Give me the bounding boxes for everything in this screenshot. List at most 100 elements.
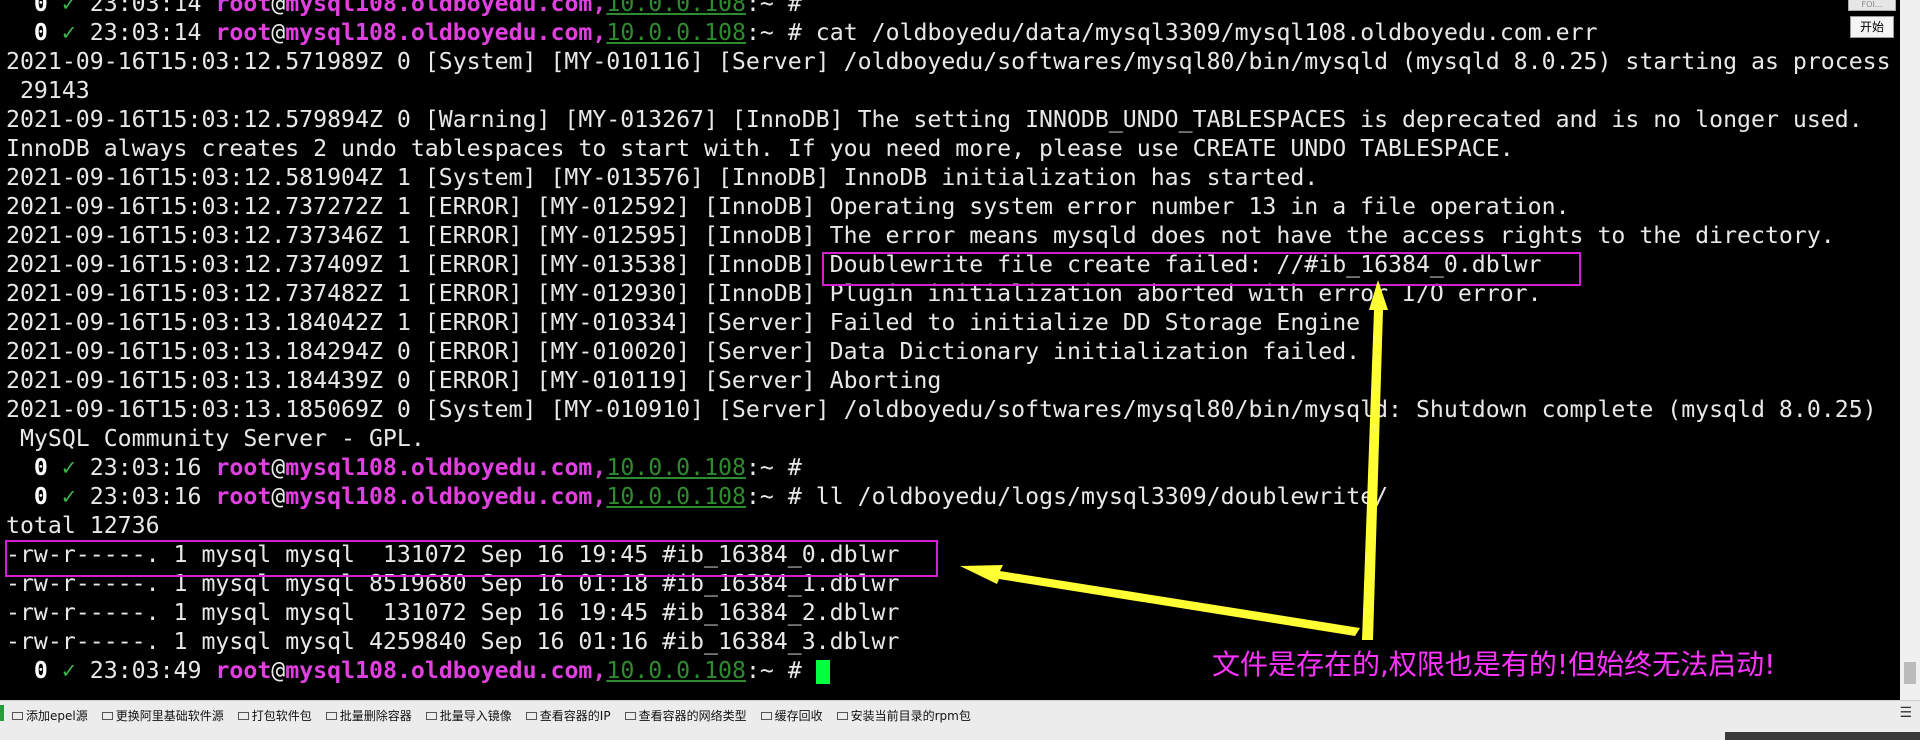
output-line: 29143 [6, 77, 90, 104]
quick-command-label: 批量删除容器 [339, 709, 412, 723]
quick-command-item[interactable]: 安装当前目录的rpm包 [836, 707, 971, 724]
prompt-ip: 10.0.0.108 [606, 483, 746, 510]
command-icon [101, 711, 113, 720]
output-line: -rw-r-----. 1 mysql mysql 8519680 Sep 16… [6, 570, 900, 597]
command-text: cat /oldboyedu/data/mysql3309/mysql108.o… [815, 19, 1598, 46]
prompt-line: 0 ✓ 23:03:49 root@mysql108.oldboyedu.com… [6, 657, 830, 685]
quick-command-label: 更换阿里基础软件源 [115, 709, 224, 723]
check-icon: ✓ [61, 454, 76, 481]
prompt-user: root [215, 454, 272, 481]
prompt-path: :~ # [745, 454, 802, 481]
exit-code: 0 [33, 19, 48, 46]
output-line: 2021-09-16T15:03:12.571989Z 0 [System] [… [6, 48, 1891, 75]
quick-command-item[interactable]: 查看容器的网络类型 [624, 707, 747, 724]
prompt-time: 23:03:14 [89, 0, 202, 17]
prompt-host: mysql108.oldboyedu.com, [285, 657, 607, 684]
output-line: -rw-r-----. 1 mysql mysql 131072 Sep 16 … [6, 541, 900, 568]
output-line: 2021-09-16T15:03:12.737482Z 1 [ERROR] [M… [6, 280, 1542, 307]
quick-command-list: 添加epel源 更换阿里基础软件源 打包软件包 批量删除容器 批量导入镜像 查看容器的IP… [12, 707, 985, 724]
output-line: MySQL Community Server - GPL. [6, 425, 425, 452]
active-marker [0, 705, 4, 721]
quick-command-item[interactable]: 添加epel源 [12, 707, 88, 724]
output-line: 2021-09-16T15:03:12.579894Z 0 [Warning] … [6, 106, 1863, 133]
prompt-time: 23:03:16 [89, 483, 202, 510]
terminal-window[interactable]: 0 ✓ 23:03:14 root@mysql108.oldboyedu.com… [0, 0, 1900, 700]
command-icon [425, 711, 437, 720]
prompt-at: @ [271, 483, 286, 510]
prompt-host: mysql108.oldboyedu.com, [285, 454, 607, 481]
prompt-line: 0 ✓ 23:03:14 root@mysql108.oldboyedu.com… [6, 0, 802, 18]
scrollbar[interactable] [1900, 0, 1920, 700]
exit-code: 0 [33, 454, 48, 481]
prompt-at: @ [271, 657, 286, 684]
output-line: -rw-r-----. 1 mysql mysql 131072 Sep 16 … [6, 599, 900, 626]
quick-command-item[interactable]: 批量导入镜像 [425, 707, 512, 724]
prompt-time: 23:03:16 [89, 454, 202, 481]
output-line: 2021-09-16T15:03:13.184042Z 1 [ERROR] [M… [6, 309, 1361, 336]
quick-command-label: 查看容器的网络类型 [638, 709, 747, 723]
prompt-ip: 10.0.0.108 [606, 454, 746, 481]
cursor[interactable] [815, 659, 830, 684]
prompt-ip: 10.0.0.108 [606, 0, 746, 17]
annotation-note: 文件是存在的,权限也是有的!但始终无法启动! [1212, 648, 1776, 681]
quick-command-bar: 添加epel源 更换阿里基础软件源 打包软件包 批量删除容器 批量导入镜像 查看容器的IP… [0, 700, 1920, 740]
prompt-path: :~ # [745, 0, 802, 17]
prompt-host: mysql108.oldboyedu.com, [285, 0, 607, 17]
check-icon: ✓ [61, 657, 76, 684]
quick-command-label: 查看容器的IP [539, 709, 611, 723]
prompt-time: 23:03:49 [89, 657, 202, 684]
top-chip[interactable]: FOI... [1848, 0, 1896, 11]
output-line: 2021-09-16T15:03:12.737272Z 1 [ERROR] [M… [6, 193, 1570, 220]
prompt-ip: 10.0.0.108 [606, 657, 746, 684]
output-line: 2021-09-16T15:03:13.185069Z 0 [System] [… [6, 396, 1877, 423]
prompt-host: mysql108.oldboyedu.com, [285, 19, 607, 46]
command-icon [836, 711, 848, 720]
output-line: 2021-09-16T15:03:13.184294Z 0 [ERROR] [M… [6, 338, 1361, 365]
quick-command-item[interactable]: 批量删除容器 [325, 707, 412, 724]
quick-command-item[interactable]: 更换阿里基础软件源 [101, 707, 224, 724]
output-line: 2021-09-16T15:03:12.737346Z 1 [ERROR] [M… [6, 222, 1835, 249]
check-icon: ✓ [61, 0, 76, 17]
scroll-thumb[interactable] [1904, 662, 1916, 684]
quick-command-item[interactable]: 打包软件包 [237, 707, 312, 724]
prompt-line: 0 ✓ 23:03:16 root@mysql108.oldboyedu.com… [6, 483, 1388, 511]
prompt-line: 0 ✓ 23:03:14 root@mysql108.oldboyedu.com… [6, 19, 1598, 47]
prompt-at: @ [271, 19, 286, 46]
command-icon [325, 711, 337, 720]
menu-icon[interactable]: ☰ [1899, 705, 1912, 721]
exit-code: 0 [33, 657, 48, 684]
output-line: total 12736 [6, 512, 160, 539]
prompt-path: :~ # [745, 657, 802, 684]
output-line: 2021-09-16T15:03:12.737409Z 1 [ERROR] [M… [6, 251, 1542, 278]
quick-command-label: 添加epel源 [26, 709, 88, 723]
check-icon: ✓ [61, 483, 76, 510]
prompt-ip: 10.0.0.108 [606, 19, 746, 46]
quick-command-label: 安装当前目录的rpm包 [850, 709, 971, 723]
check-icon: ✓ [61, 19, 76, 46]
prompt-at: @ [271, 454, 286, 481]
prompt-user: root [215, 0, 272, 17]
quick-command-label: 打包软件包 [251, 709, 312, 723]
quick-command-item[interactable]: 查看容器的IP [525, 707, 611, 724]
start-button[interactable]: 开始 [1850, 16, 1894, 38]
quick-command-label: 缓存回收 [774, 709, 823, 723]
quick-command-item[interactable]: 缓存回收 [760, 707, 823, 724]
prompt-host: mysql108.oldboyedu.com, [285, 483, 607, 510]
quick-command-label: 批量导入镜像 [439, 709, 512, 723]
prompt-time: 23:03:14 [89, 19, 202, 46]
prompt-user: root [215, 657, 272, 684]
exit-code: 0 [33, 0, 48, 17]
prompt-path: :~ # [745, 483, 802, 510]
output-line: 2021-09-16T15:03:13.184439Z 0 [ERROR] [M… [6, 367, 942, 394]
command-icon [237, 711, 249, 720]
prompt-user: root [215, 483, 272, 510]
prompt-line: 0 ✓ 23:03:16 root@mysql108.oldboyedu.com… [6, 454, 802, 482]
prompt-at: @ [271, 0, 286, 17]
output-line: -rw-r-----. 1 mysql mysql 4259840 Sep 16… [6, 628, 900, 655]
command-icon [12, 711, 23, 720]
exit-code: 0 [33, 483, 48, 510]
output-line: 2021-09-16T15:03:12.581904Z 1 [System] [… [6, 164, 1319, 191]
command-icon [525, 711, 537, 720]
command-icon [624, 711, 636, 720]
prompt-user: root [215, 19, 272, 46]
